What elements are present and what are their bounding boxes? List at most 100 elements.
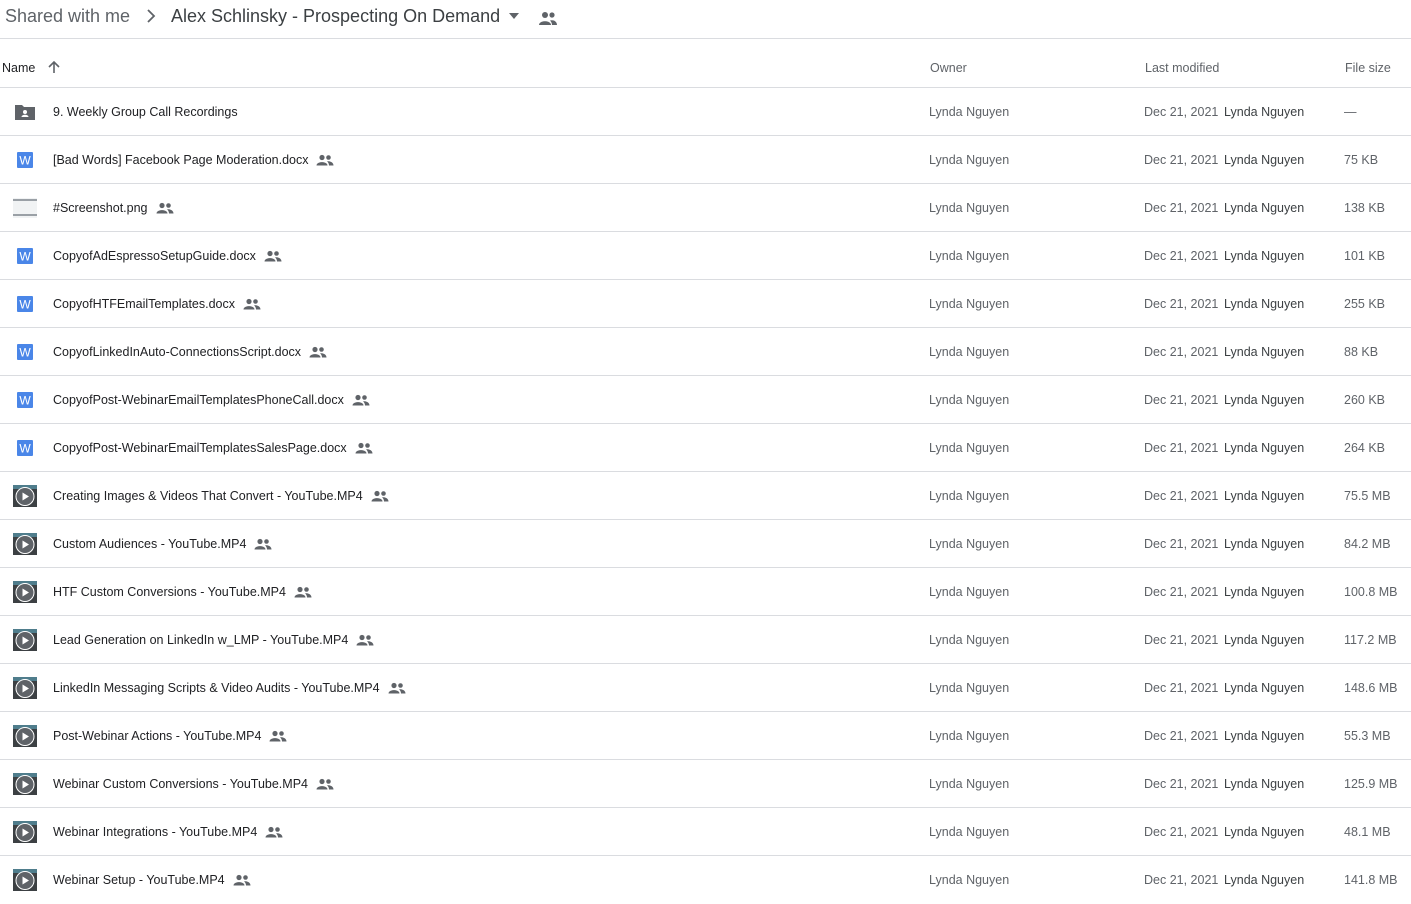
file-name-cell[interactable]: Post-Webinar Actions - YouTube.MP4 — [53, 728, 287, 744]
file-row[interactable]: W CopyofPost-WebinarEmailTemplatesPhoneCa… — [0, 376, 1411, 424]
shared-people-icon[interactable] — [538, 10, 558, 26]
svg-text:W: W — [19, 154, 31, 168]
file-row[interactable]: W CopyofLinkedInAuto-ConnectionsScript.do… — [0, 328, 1411, 376]
file-modified-date: Dec 21, 2021 — [1144, 489, 1219, 503]
file-modified-date: Dec 21, 2021 — [1144, 825, 1219, 839]
file-name-cell[interactable]: Webinar Integrations - YouTube.MP4 — [53, 824, 283, 840]
column-header-last-modified[interactable]: Last modified — [1145, 61, 1219, 75]
video-thumbnail-icon — [13, 821, 37, 843]
file-name: CopyofPost-WebinarEmailTemplatesPhoneCal… — [53, 393, 344, 407]
file-owner: Lynda Nguyen — [929, 201, 1010, 215]
file-name: Webinar Setup - YouTube.MP4 — [53, 873, 225, 887]
file-owner: Lynda Nguyen — [929, 729, 1010, 743]
file-size: 260 KB — [1344, 393, 1386, 407]
file-name-cell[interactable]: Webinar Setup - YouTube.MP4 — [53, 872, 251, 888]
file-name: Webinar Integrations - YouTube.MP4 — [53, 825, 258, 839]
file-owner: Lynda Nguyen — [929, 153, 1010, 167]
file-owner: Lynda Nguyen — [929, 345, 1010, 359]
file-name-cell[interactable]: CopyofLinkedInAuto-ConnectionsScript.doc… — [53, 344, 327, 360]
word-doc-icon: W — [17, 296, 33, 312]
file-name-cell[interactable]: Creating Images & Videos That Convert - … — [53, 488, 389, 504]
file-name-cell[interactable]: CopyofAdEspressoSetupGuide.docx — [53, 248, 282, 264]
shared-folder-icon — [15, 105, 35, 120]
caret-down-icon[interactable] — [508, 12, 520, 20]
file-owner: Lynda Nguyen — [929, 825, 1010, 839]
file-name: Post-Webinar Actions - YouTube.MP4 — [53, 729, 262, 743]
file-name-cell[interactable]: CopyofPost-WebinarEmailTemplatesSalesPag… — [53, 440, 373, 456]
file-row[interactable]: W [Bad Words] Facebook Page Moderation.do… — [0, 136, 1411, 184]
shared-people-icon — [264, 250, 282, 262]
file-row[interactable]: LinkedIn Messaging Scripts & Video Audit… — [0, 664, 1411, 712]
word-doc-icon: W — [17, 392, 33, 408]
file-owner: Lynda Nguyen — [929, 585, 1010, 599]
file-name: Creating Images & Videos That Convert - … — [53, 489, 363, 503]
word-doc-icon: W — [17, 440, 33, 456]
breadcrumb-shared-with-me[interactable]: Shared with me — [5, 5, 130, 27]
file-row[interactable]: Lead Generation on LinkedIn w_LMP - YouT… — [0, 616, 1411, 664]
file-name-cell[interactable]: Custom Audiences - YouTube.MP4 — [53, 536, 272, 552]
shared-people-icon — [316, 778, 334, 790]
file-name: Custom Audiences - YouTube.MP4 — [53, 537, 247, 551]
file-modified-by: Lynda Nguyen — [1224, 441, 1305, 455]
video-thumbnail-icon — [13, 629, 37, 651]
file-name-cell[interactable]: CopyofPost-WebinarEmailTemplatesPhoneCal… — [53, 392, 370, 408]
file-name: CopyofPost-WebinarEmailTemplatesSalesPag… — [53, 441, 347, 455]
column-header-owner[interactable]: Owner — [930, 61, 967, 75]
file-size: 255 KB — [1344, 297, 1386, 311]
breadcrumb-current-folder[interactable]: Alex Schlinsky - Prospecting On Demand — [171, 5, 500, 27]
file-modified-by: Lynda Nguyen — [1224, 489, 1305, 503]
file-name-cell[interactable]: 9. Weekly Group Call Recordings — [53, 104, 238, 120]
file-name: Lead Generation on LinkedIn w_LMP - YouT… — [53, 633, 349, 647]
file-owner: Lynda Nguyen — [929, 633, 1010, 647]
video-thumbnail-icon — [13, 725, 37, 747]
shared-people-icon — [269, 730, 287, 742]
file-modified-date: Dec 21, 2021 — [1144, 441, 1219, 455]
file-size: 75 KB — [1344, 153, 1379, 167]
file-row[interactable]: #Screenshot.png Lynda Nguyen Dec 21, 2021 L… — [0, 184, 1411, 232]
shared-people-icon — [371, 490, 389, 502]
video-thumbnail-icon — [13, 869, 37, 891]
file-owner: Lynda Nguyen — [929, 297, 1010, 311]
file-name-cell[interactable]: Lead Generation on LinkedIn w_LMP - YouT… — [53, 632, 374, 648]
file-row[interactable]: W CopyofPost-WebinarEmailTemplatesSalesPa… — [0, 424, 1411, 472]
file-name-cell[interactable]: HTF Custom Conversions - YouTube.MP4 — [53, 584, 312, 600]
file-row[interactable]: 9. Weekly Group Call Recordings Lynda Ngu… — [0, 88, 1411, 136]
file-row[interactable]: Webinar Integrations - YouTube.MP4 Lynda … — [0, 808, 1411, 856]
file-name: LinkedIn Messaging Scripts & Video Audit… — [53, 681, 380, 695]
file-row[interactable]: W CopyofAdEspressoSetupGuide.docx Lynda Ng… — [0, 232, 1411, 280]
file-name: 9. Weekly Group Call Recordings — [53, 105, 238, 119]
file-row[interactable]: HTF Custom Conversions - YouTube.MP4 Lynd… — [0, 568, 1411, 616]
column-header-file-size[interactable]: File size — [1345, 61, 1391, 75]
shared-people-icon — [355, 442, 373, 454]
sort-arrow-up-icon[interactable] — [46, 59, 62, 75]
file-modified-date: Dec 21, 2021 — [1144, 201, 1219, 215]
column-header-name[interactable]: Name — [2, 61, 35, 75]
file-size: — — [1344, 105, 1357, 119]
shared-people-icon — [233, 874, 251, 886]
file-modified-by: Lynda Nguyen — [1224, 633, 1305, 647]
file-owner: Lynda Nguyen — [929, 873, 1010, 887]
file-name-cell[interactable]: #Screenshot.png — [53, 200, 174, 216]
file-size: 117.2 MB — [1344, 633, 1397, 647]
file-modified-by: Lynda Nguyen — [1224, 153, 1305, 167]
file-name-cell[interactable]: [Bad Words] Facebook Page Moderation.doc… — [53, 152, 334, 168]
file-size: 55.3 MB — [1344, 729, 1391, 743]
svg-text:W: W — [19, 394, 31, 408]
file-row[interactable]: W CopyofHTFEmailTemplates.docx Lynda Nguye… — [0, 280, 1411, 328]
file-modified-by: Lynda Nguyen — [1224, 537, 1305, 551]
file-row[interactable]: Custom Audiences - YouTube.MP4 Lynda Nguy… — [0, 520, 1411, 568]
column-header-row: Name Owner Last modified File size — [0, 40, 1411, 88]
file-row[interactable]: Webinar Custom Conversions - YouTube.MP4… — [0, 760, 1411, 808]
file-modified-date: Dec 21, 2021 — [1144, 345, 1219, 359]
file-name-cell[interactable]: LinkedIn Messaging Scripts & Video Audit… — [53, 680, 406, 696]
file-modified-date: Dec 21, 2021 — [1144, 153, 1219, 167]
file-modified-date: Dec 21, 2021 — [1144, 681, 1219, 695]
file-name-cell[interactable]: CopyofHTFEmailTemplates.docx — [53, 296, 261, 312]
file-modified-date: Dec 21, 2021 — [1144, 393, 1219, 407]
file-row[interactable]: Post-Webinar Actions - YouTube.MP4 Lynda … — [0, 712, 1411, 760]
file-name-cell[interactable]: Webinar Custom Conversions - YouTube.MP4 — [53, 776, 334, 792]
file-row[interactable]: Creating Images & Videos That Convert - … — [0, 472, 1411, 520]
file-modified-by: Lynda Nguyen — [1224, 729, 1305, 743]
shared-people-icon — [388, 682, 406, 694]
file-owner: Lynda Nguyen — [929, 537, 1010, 551]
